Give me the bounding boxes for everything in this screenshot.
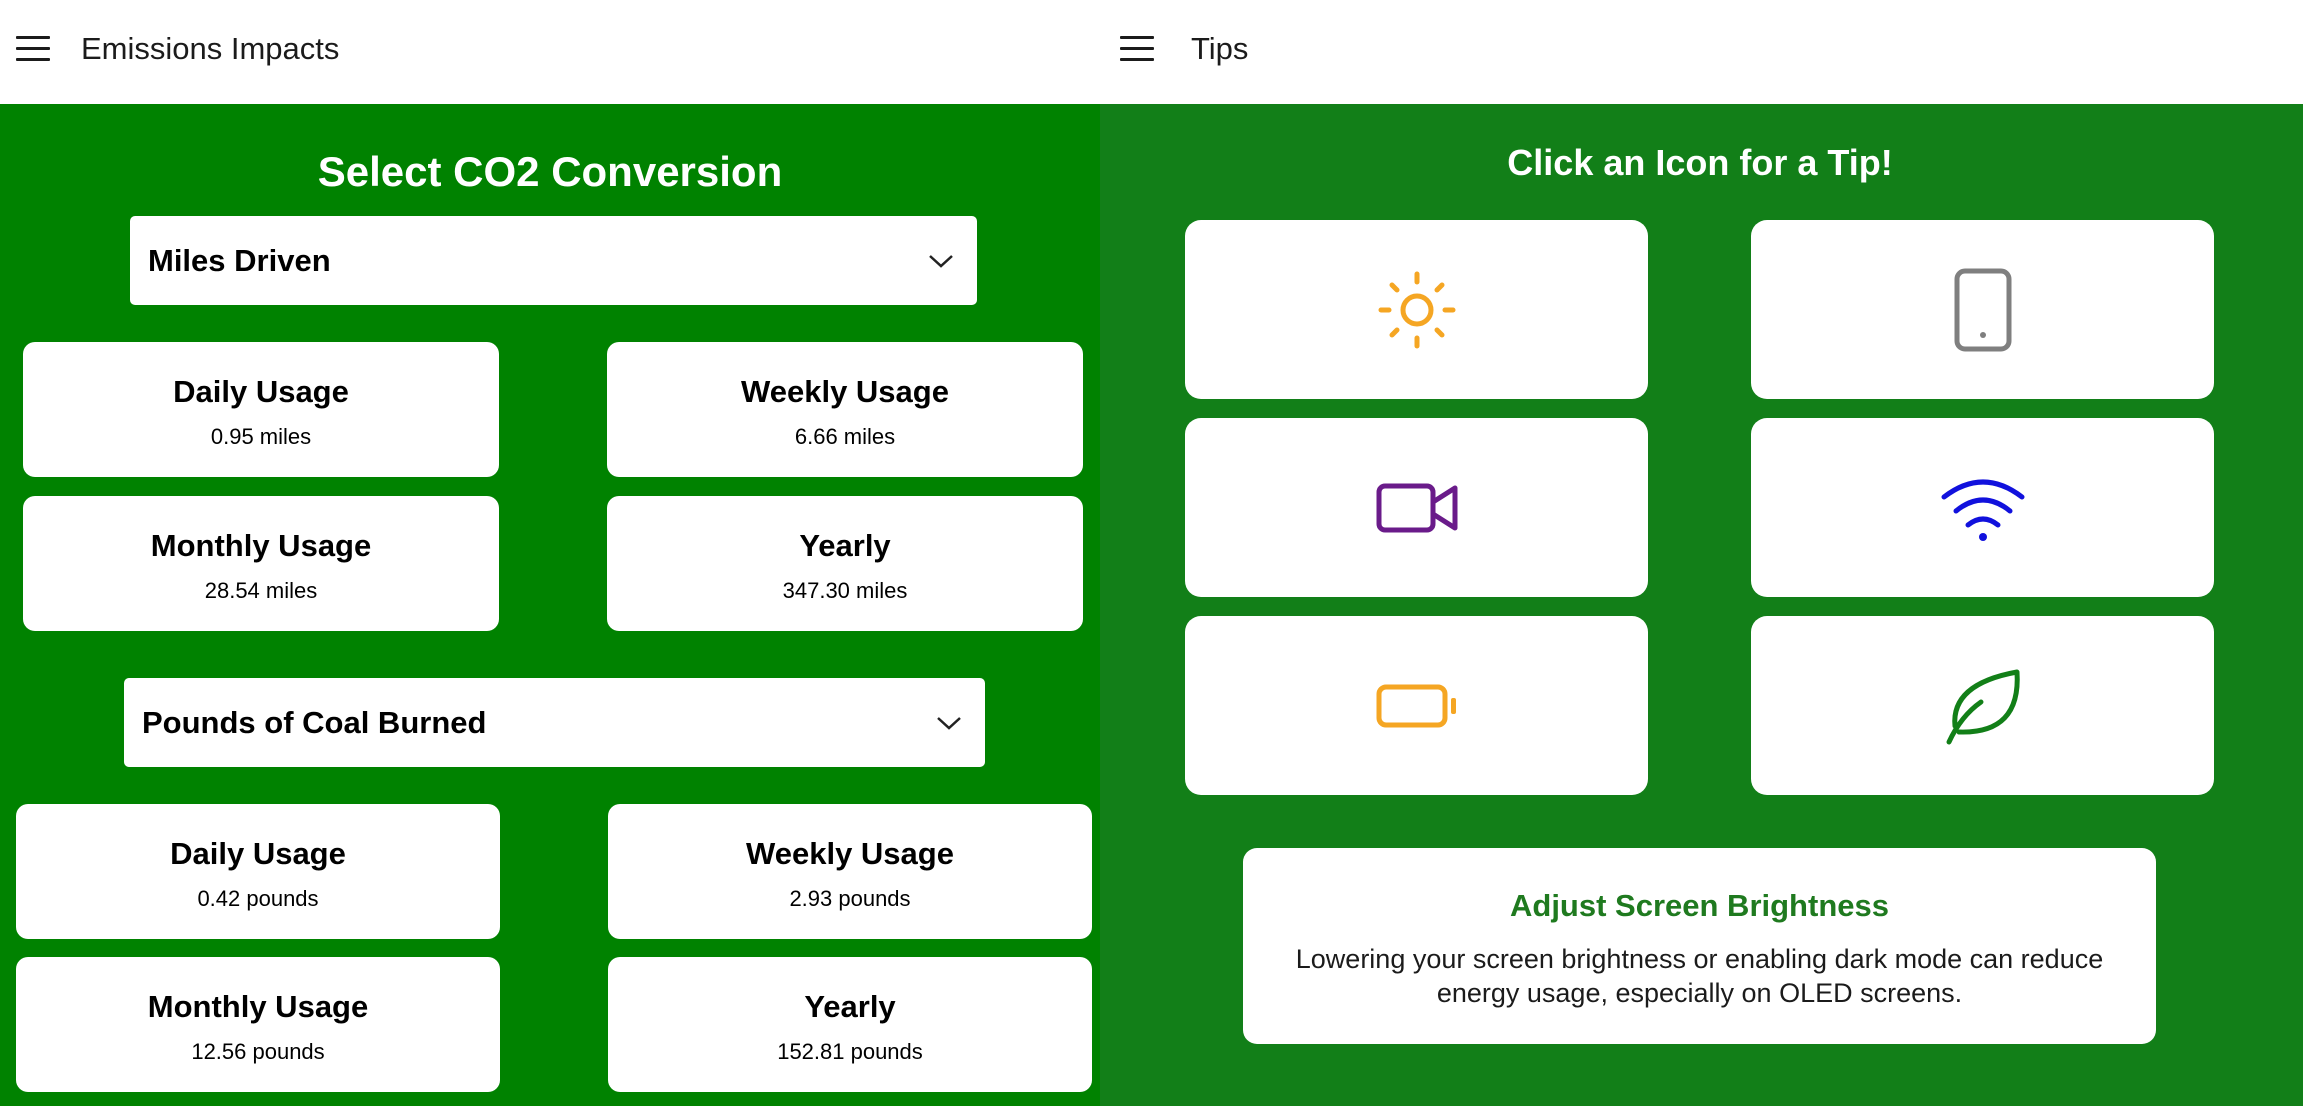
card-value: 6.66 miles <box>794 424 896 449</box>
card-title: Weekly Usage <box>741 374 949 409</box>
emissions-panel: Select CO2 Conversion Miles Driven Daily… <box>0 104 1100 1106</box>
conversion-dropdown-coal[interactable]: Pounds of Coal Burned <box>124 678 985 767</box>
dropdown-selected-value: Miles Driven <box>148 242 331 278</box>
right-hamburger-menu-icon[interactable] <box>1120 36 1154 61</box>
tip-button-device[interactable] <box>1751 220 2214 399</box>
card-value: 2.93 pounds <box>789 886 911 911</box>
usage-card-monthly: Monthly Usage 28.54 miles <box>23 496 499 631</box>
tip-detail-card: Adjust Screen Brightness Lowering your s… <box>1243 848 2156 1044</box>
video-camera-icon <box>1376 483 1457 532</box>
card-title: Yearly <box>799 528 891 563</box>
usage-card-weekly: Weekly Usage 2.93 pounds <box>608 804 1092 939</box>
card-value: 28.54 miles <box>204 578 318 603</box>
card-title: Yearly <box>804 989 896 1024</box>
card-title: Weekly Usage <box>746 836 954 871</box>
card-value: 12.56 pounds <box>191 1039 325 1064</box>
left-hamburger-menu-icon[interactable] <box>16 36 50 61</box>
phone-icon <box>1954 268 2011 351</box>
tip-button-video[interactable] <box>1185 418 1648 597</box>
card-title: Daily Usage <box>170 836 346 871</box>
tip-button-eco[interactable] <box>1751 616 2214 795</box>
tip-title: Adjust Screen Brightness <box>1510 888 1889 923</box>
usage-card-daily: Daily Usage 0.42 pounds <box>16 804 500 939</box>
tip-button-battery[interactable] <box>1185 616 1648 795</box>
right-app-bar: Tips <box>1100 0 2303 104</box>
dropdown-selected-value: Pounds of Coal Burned <box>142 704 487 740</box>
wifi-icon <box>1941 479 2024 541</box>
usage-card-daily: Daily Usage 0.95 miles <box>23 342 499 477</box>
card-value: 347.30 miles <box>782 578 908 603</box>
leaf-icon <box>1946 669 2020 744</box>
usage-card-weekly: Weekly Usage 6.66 miles <box>607 342 1083 477</box>
usage-card-yearly: Yearly 347.30 miles <box>607 496 1083 631</box>
card-value: 152.81 pounds <box>777 1039 923 1064</box>
battery-icon <box>1376 684 1456 727</box>
left-app-bar: Emissions Impacts <box>0 0 1100 104</box>
card-title: Daily Usage <box>173 374 349 409</box>
left-page-title: Emissions Impacts <box>81 31 340 66</box>
sun-icon <box>1378 271 1455 348</box>
card-title: Monthly Usage <box>150 528 372 563</box>
usage-card-yearly: Yearly 152.81 pounds <box>608 957 1092 1092</box>
tip-text: Lowering your screen brightness or enabl… <box>1295 944 2104 1008</box>
card-title: Monthly Usage <box>147 989 369 1024</box>
tips-title: Click an Icon for a Tip! <box>1507 142 1893 183</box>
card-value: 0.42 pounds <box>197 886 319 911</box>
tip-button-brightness[interactable] <box>1185 220 1648 399</box>
conversion-dropdown-miles[interactable]: Miles Driven <box>130 216 977 305</box>
right-page-title: Tips <box>1191 31 1249 66</box>
chevron-down-icon <box>937 716 961 730</box>
tip-button-wifi[interactable] <box>1751 418 2214 597</box>
card-value: 0.95 miles <box>210 424 312 449</box>
chevron-down-icon <box>929 254 953 268</box>
usage-card-monthly: Monthly Usage 12.56 pounds <box>16 957 500 1092</box>
conversion-title: Select CO2 Conversion <box>317 148 783 195</box>
